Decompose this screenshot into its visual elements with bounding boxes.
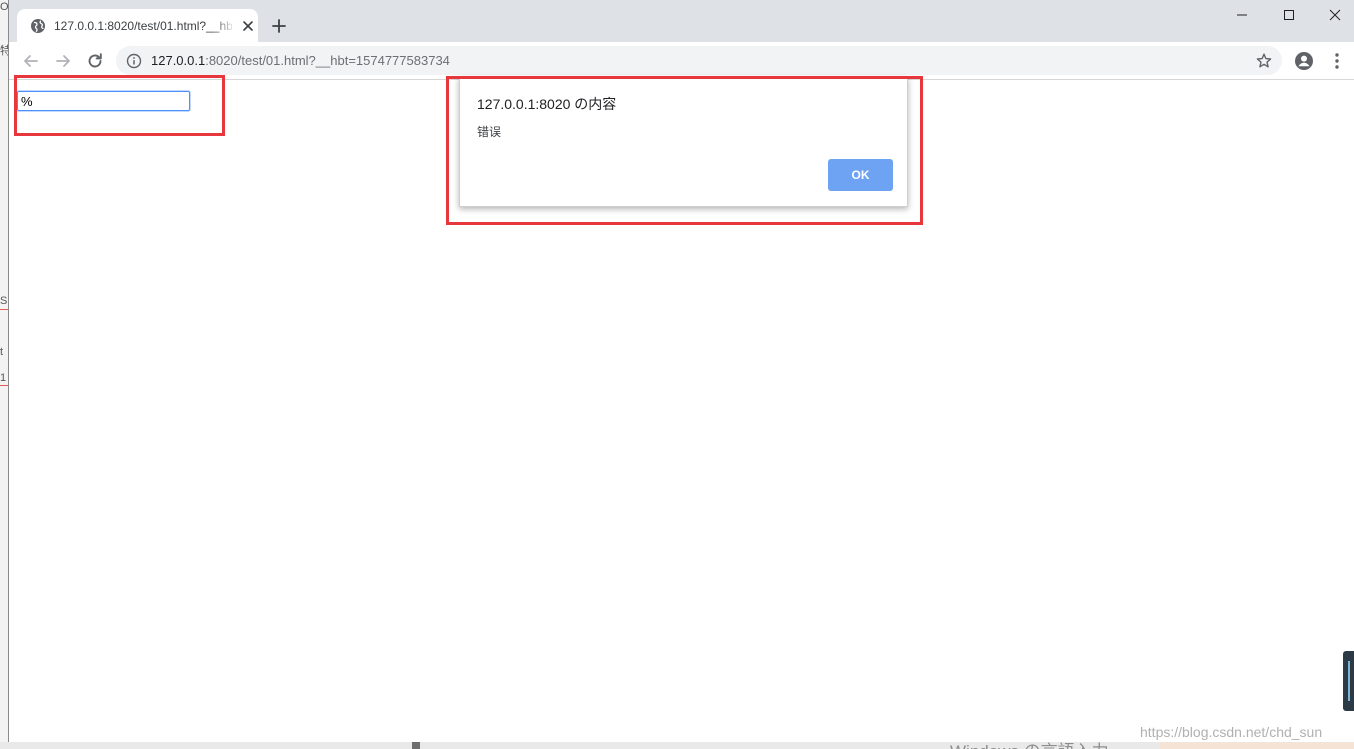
ok-button[interactable]: OK — [828, 159, 893, 191]
dialog-title: 127.0.0.1:8020 の内容 — [477, 96, 617, 112]
alert-dialog: 127.0.0.1:8020 の内容 错误 OK — [459, 77, 908, 207]
spellcheck-underline — [0, 309, 8, 310]
browser-toolbar: 127.0.0.1:8020/test/01.html?__hbt=157477… — [9, 42, 1354, 80]
reload-icon[interactable] — [85, 51, 105, 71]
address-bar[interactable]: 127.0.0.1:8020/test/01.html?__hbt=157477… — [116, 46, 1282, 75]
taskbar-highlight — [1160, 742, 1354, 749]
text-input[interactable] — [17, 91, 190, 111]
arrow-left-icon[interactable] — [21, 51, 41, 71]
taskbar-text: Windows の言語入力 — [950, 737, 1109, 749]
side-panel-handle[interactable] — [1343, 651, 1354, 711]
taskbar-strip — [0, 742, 1354, 749]
close-icon[interactable] — [1312, 0, 1354, 30]
taskbar-divider — [412, 742, 420, 749]
background-text: 1 — [0, 372, 7, 384]
dialog-message: 错误 — [477, 125, 502, 139]
background-text: t — [0, 346, 4, 358]
plus-icon[interactable] — [267, 14, 291, 38]
browser-window: 127.0.0.1:8020/test/01.html?__hbt=157477… — [8, 0, 1354, 742]
tab-title: 127.0.0.1:8020/test/01.html?__hbt=157477… — [54, 19, 232, 33]
browser-tab[interactable]: 127.0.0.1:8020/test/01.html?__hbt=157477… — [17, 9, 258, 42]
info-icon[interactable] — [126, 53, 142, 69]
page-viewport: 127.0.0.1:8020 の内容 错误 OK — [9, 75, 1354, 742]
tab-title-fade — [212, 15, 236, 37]
watermark-text: https://blog.csdn.net/chd_sun — [1140, 724, 1323, 740]
browser-titlebar: 127.0.0.1:8020/test/01.html?__hbt=157477… — [9, 0, 1354, 42]
account-icon[interactable] — [1294, 51, 1314, 71]
minimize-icon[interactable] — [1219, 0, 1265, 30]
close-icon[interactable] — [240, 18, 256, 34]
url-host: 127.0.0.1 — [151, 53, 206, 68]
url-path: :8020/test/01.html?__hbt=1574777583734 — [205, 53, 450, 68]
arrow-right-icon[interactable] — [53, 51, 73, 71]
background-text: S — [0, 295, 8, 307]
more-vert-icon[interactable] — [1329, 51, 1345, 71]
spellcheck-underline — [0, 385, 8, 386]
address-url: 127.0.0.1:8020/test/01.html?__hbt=157477… — [151, 52, 450, 69]
maximize-icon[interactable] — [1266, 0, 1312, 30]
globe-icon — [31, 19, 45, 33]
star-icon[interactable] — [1255, 52, 1273, 70]
screen: ON 特 S t 1 127.0.0.1:8020/test/01.html?_… — [0, 0, 1354, 749]
